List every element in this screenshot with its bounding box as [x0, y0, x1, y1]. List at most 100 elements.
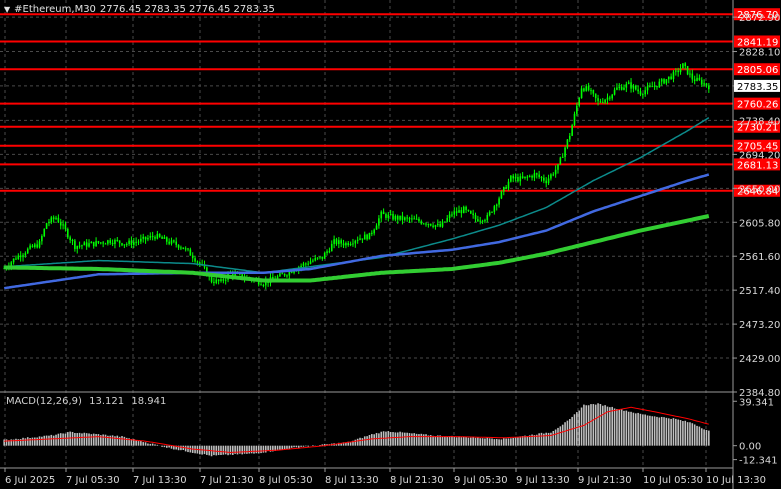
- candle-body: [543, 177, 545, 181]
- candle-body: [48, 222, 50, 224]
- candle-body: [12, 258, 15, 263]
- candle-body: [15, 258, 17, 260]
- candle-body: [62, 224, 64, 226]
- candle-body: [651, 86, 654, 88]
- dropdown-icon[interactable]: ▼: [4, 5, 10, 14]
- candle-body: [672, 71, 675, 79]
- candle-body: [52, 217, 55, 219]
- candle-body: [125, 243, 128, 245]
- candle-body: [630, 82, 632, 89]
- macd-signal-value: 18.941: [131, 396, 167, 407]
- candle-body: [385, 214, 387, 218]
- candle-body: [708, 85, 710, 90]
- candle-body: [677, 70, 679, 73]
- candle-body: [272, 276, 274, 279]
- candle-body: [660, 79, 663, 82]
- candle-body: [189, 249, 192, 256]
- time-tick-label: 7 Jul 13:30: [133, 475, 187, 486]
- candle-body: [121, 243, 123, 246]
- candle-body: [67, 229, 69, 238]
- candle-body: [57, 217, 60, 223]
- price-tick-label: 2473.20: [739, 320, 780, 331]
- time-tick-label: 9 Jul 21:30: [578, 475, 632, 486]
- candle-body: [686, 66, 689, 75]
- candle-body: [111, 242, 114, 245]
- candle-body: [22, 255, 24, 258]
- candle-body: [547, 178, 550, 184]
- candle-body: [658, 81, 661, 88]
- candle-body: [309, 261, 312, 264]
- time-tick-label: 10 Jul 05:30: [643, 475, 703, 486]
- level-tag-label: 2681.13: [737, 160, 778, 171]
- price-tick-label: 2429.00: [739, 354, 780, 365]
- candle-body: [88, 243, 90, 247]
- candle-body: [557, 164, 559, 170]
- candle-body: [462, 206, 465, 214]
- level-tag-label: 2760.26: [737, 100, 778, 111]
- candle-body: [568, 135, 571, 140]
- candle-body: [328, 251, 331, 253]
- candle-body: [307, 263, 309, 265]
- candle-body: [705, 83, 708, 86]
- candle-body: [446, 218, 449, 222]
- candle-body: [663, 79, 665, 84]
- candle-body: [135, 241, 137, 243]
- candle-body: [422, 223, 425, 225]
- candle-body: [213, 281, 215, 283]
- candle-body: [517, 177, 519, 182]
- candle-body: [128, 240, 130, 244]
- candle-body: [554, 169, 557, 175]
- candle-body: [173, 240, 175, 242]
- candle-body: [580, 88, 583, 99]
- candle-body: [340, 240, 342, 244]
- candle-body: [90, 241, 93, 244]
- candle-body: [448, 214, 451, 219]
- candle-body: [698, 77, 701, 80]
- candle-body: [302, 263, 305, 266]
- candle-body: [625, 83, 628, 88]
- candle-body: [180, 247, 182, 249]
- candle-body: [184, 248, 187, 250]
- candle-body: [561, 156, 564, 158]
- candle-body: [279, 273, 281, 277]
- candle-body: [356, 239, 359, 241]
- candle-body: [316, 257, 319, 259]
- level-tag-label: 2805.06: [737, 65, 778, 76]
- candle-body: [81, 245, 83, 247]
- candle-body: [392, 214, 394, 220]
- candle-body: [477, 219, 479, 222]
- chart[interactable]: 2876.702841.192805.062760.262730.212705.…: [0, 0, 781, 489]
- candle-body: [323, 252, 326, 259]
- candle-body: [147, 237, 149, 240]
- candle-body: [375, 225, 378, 230]
- candle-body: [104, 243, 107, 245]
- candle-body: [453, 211, 456, 215]
- candle-body: [535, 173, 538, 175]
- time-tick-label: 8 Jul 13:30: [325, 475, 379, 486]
- candle-body: [361, 238, 364, 240]
- candle-body: [498, 198, 500, 205]
- candle-body: [149, 235, 152, 238]
- candle-body: [64, 224, 67, 230]
- candle-body: [505, 186, 507, 189]
- symbol-label: #Ethereum,M30: [14, 3, 96, 15]
- candle-body: [283, 273, 286, 276]
- candle-body: [491, 211, 493, 213]
- candle-body: [335, 239, 338, 245]
- candle-body: [76, 245, 79, 249]
- candle-body: [606, 97, 609, 100]
- candle-body: [41, 236, 43, 242]
- candle-body: [467, 209, 470, 211]
- candle-body: [455, 211, 458, 213]
- candle-body: [19, 255, 22, 258]
- candle-body: [620, 86, 623, 90]
- candle-body: [484, 220, 486, 222]
- candle-body: [526, 176, 529, 178]
- candle-body: [168, 241, 170, 244]
- candle-body: [420, 221, 423, 224]
- candle-body: [196, 261, 199, 263]
- candle-body: [458, 210, 460, 213]
- candle-body: [109, 240, 112, 243]
- time-tick-label: 6 Jul 2025: [5, 475, 55, 486]
- candle-body: [653, 85, 656, 87]
